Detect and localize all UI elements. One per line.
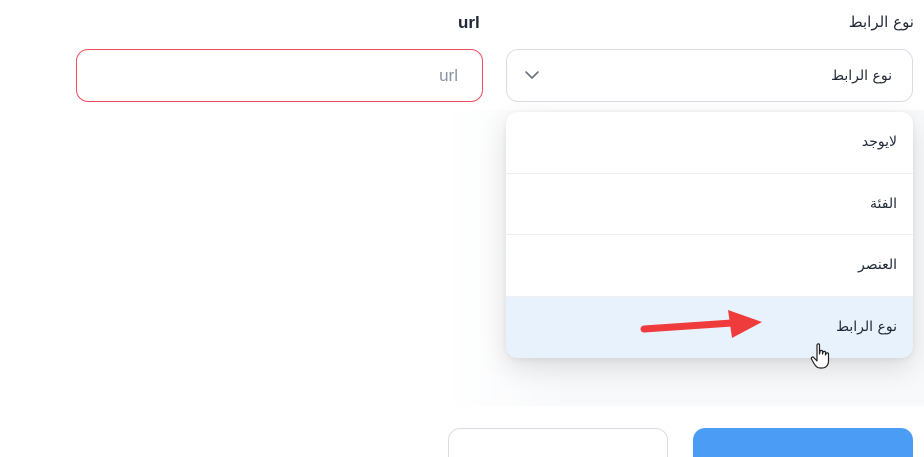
save-button[interactable] <box>693 428 913 457</box>
option-category[interactable]: الفئة <box>506 174 913 235</box>
option-label: العنصر <box>858 257 897 274</box>
option-label: نوع الرابط <box>836 319 897 336</box>
option-link-type[interactable]: نوع الرابط <box>506 296 913 358</box>
option-item[interactable]: العنصر <box>506 235 913 297</box>
cancel-button[interactable] <box>448 428 668 457</box>
option-label: لايوجد <box>861 134 897 151</box>
select-value: نوع الرابط <box>831 67 892 84</box>
option-none[interactable]: لايوجد <box>506 112 913 174</box>
link-type-select[interactable]: نوع الرابط <box>506 49 913 102</box>
link-type-dropdown: لايوجد الفئة العنصر نوع الرابط <box>506 112 913 358</box>
url-label: url <box>458 13 480 32</box>
chevron-down-icon <box>523 67 541 85</box>
option-label: الفئة <box>870 195 897 212</box>
url-input[interactable] <box>76 49 483 102</box>
link-type-label: نوع الرابط <box>848 13 914 31</box>
